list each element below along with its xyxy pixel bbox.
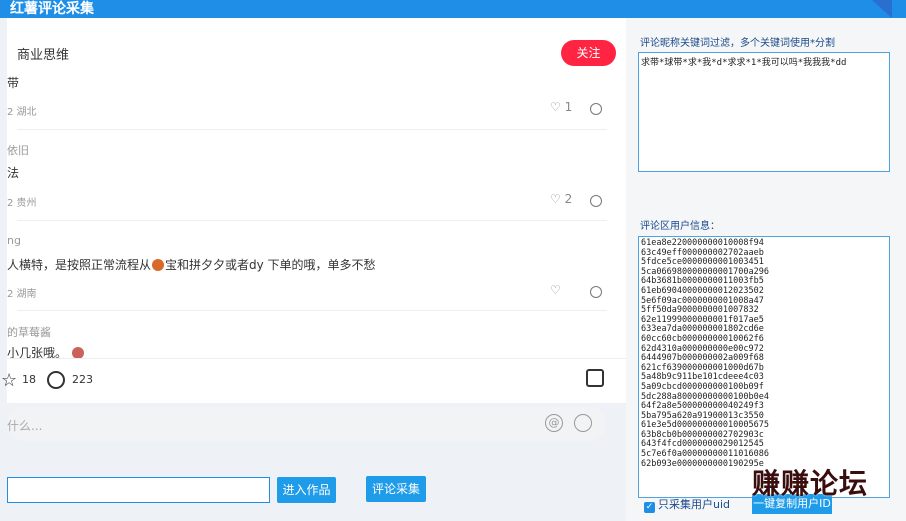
comment-text: 带 <box>7 76 20 90</box>
mention-icon[interactable]: @ <box>545 414 563 432</box>
star-icon[interactable]: ☆ <box>1 370 17 391</box>
reply-icon[interactable] <box>590 195 602 207</box>
comment-meta: 2 贵州 <box>7 198 37 209</box>
post-header: 商业思维 关注 <box>7 18 626 70</box>
comment-user: 的草莓酱 <box>7 326 51 339</box>
uid-only-option[interactable]: ✓ 只采集用户uid <box>644 496 730 513</box>
comment-input[interactable]: 什么... @ <box>7 407 606 441</box>
comment-meta: 2 湖北 <box>7 107 37 118</box>
divider <box>17 129 607 130</box>
filter-label: 评论昵称关键词过滤，多个关键词使用*分割 <box>640 38 835 49</box>
like-button[interactable]: ♡ 2 <box>550 192 572 206</box>
app-title: 红薯评论采集 <box>10 1 94 17</box>
app-window: 红薯评论采集 商业思维 关注 带 2 湖北 ♡ 1 依旧 法 2 贵州 ♡ 2 … <box>0 0 906 521</box>
like-button[interactable]: ♡ <box>550 283 561 297</box>
like-count: 1 <box>564 100 573 114</box>
title-bar: 红薯评论采集 <box>0 0 906 18</box>
share-icon[interactable] <box>586 369 604 387</box>
like-button[interactable]: ♡ 1 <box>550 100 572 114</box>
reply-icon[interactable] <box>590 286 602 298</box>
collect-comments-button[interactable]: 评论采集 <box>366 476 426 502</box>
post-stats-bar: ☆ 18 223 <box>1 358 626 403</box>
author-name: 商业思维 <box>17 48 70 63</box>
settings-panel: 评论昵称关键词过滤，多个关键词使用*分割 求带*球带*求*我*d*求求*1*我可… <box>626 18 906 521</box>
emoji-icon <box>152 259 165 271</box>
post-url-input[interactable] <box>7 477 270 503</box>
comment-count: 223 <box>72 373 93 386</box>
comment-user: 依旧 <box>7 144 29 157</box>
enter-post-button[interactable]: 进入作品 <box>277 477 336 503</box>
comment-icon[interactable] <box>47 371 65 389</box>
checkbox-checked-icon[interactable]: ✓ <box>644 502 655 513</box>
comment-text: 法 <box>7 166 20 180</box>
follow-button[interactable]: 关注 <box>561 40 616 66</box>
emoji-picker-icon[interactable] <box>574 414 592 432</box>
post-comments-panel: 商业思维 关注 带 2 湖北 ♡ 1 依旧 法 2 贵州 ♡ 2 ng 人横特，… <box>7 18 626 359</box>
comment-meta: 2 湖南 <box>7 289 37 300</box>
divider <box>17 220 607 221</box>
user-info-field[interactable]: 61ea8e220000000010008f94 63c49eff00000000… <box>638 236 890 498</box>
watermark-logo: 赚赚论坛 <box>752 467 869 500</box>
keyword-filter-field[interactable]: 求带*球带*求*我*d*求求*1*我可以吗*我我我*dd <box>638 52 890 172</box>
user-info-label: 评论区用户信息： <box>640 221 720 232</box>
star-count: 18 <box>22 373 36 386</box>
like-count: 2 <box>564 192 573 206</box>
uid-only-label: 只采集用户uid <box>658 498 731 511</box>
reply-icon[interactable] <box>590 103 602 115</box>
comment-text: 人横特，是按照正常流程从 宝和拼夕夕或者dy 下单的哦，单多不愁 <box>7 258 376 272</box>
comment-text: 小几张哦。 <box>7 344 85 359</box>
comment-input-placeholder: 什么... <box>7 419 43 433</box>
comment-user: ng <box>7 234 21 247</box>
window-corner-icon <box>872 0 892 18</box>
divider <box>17 310 607 311</box>
